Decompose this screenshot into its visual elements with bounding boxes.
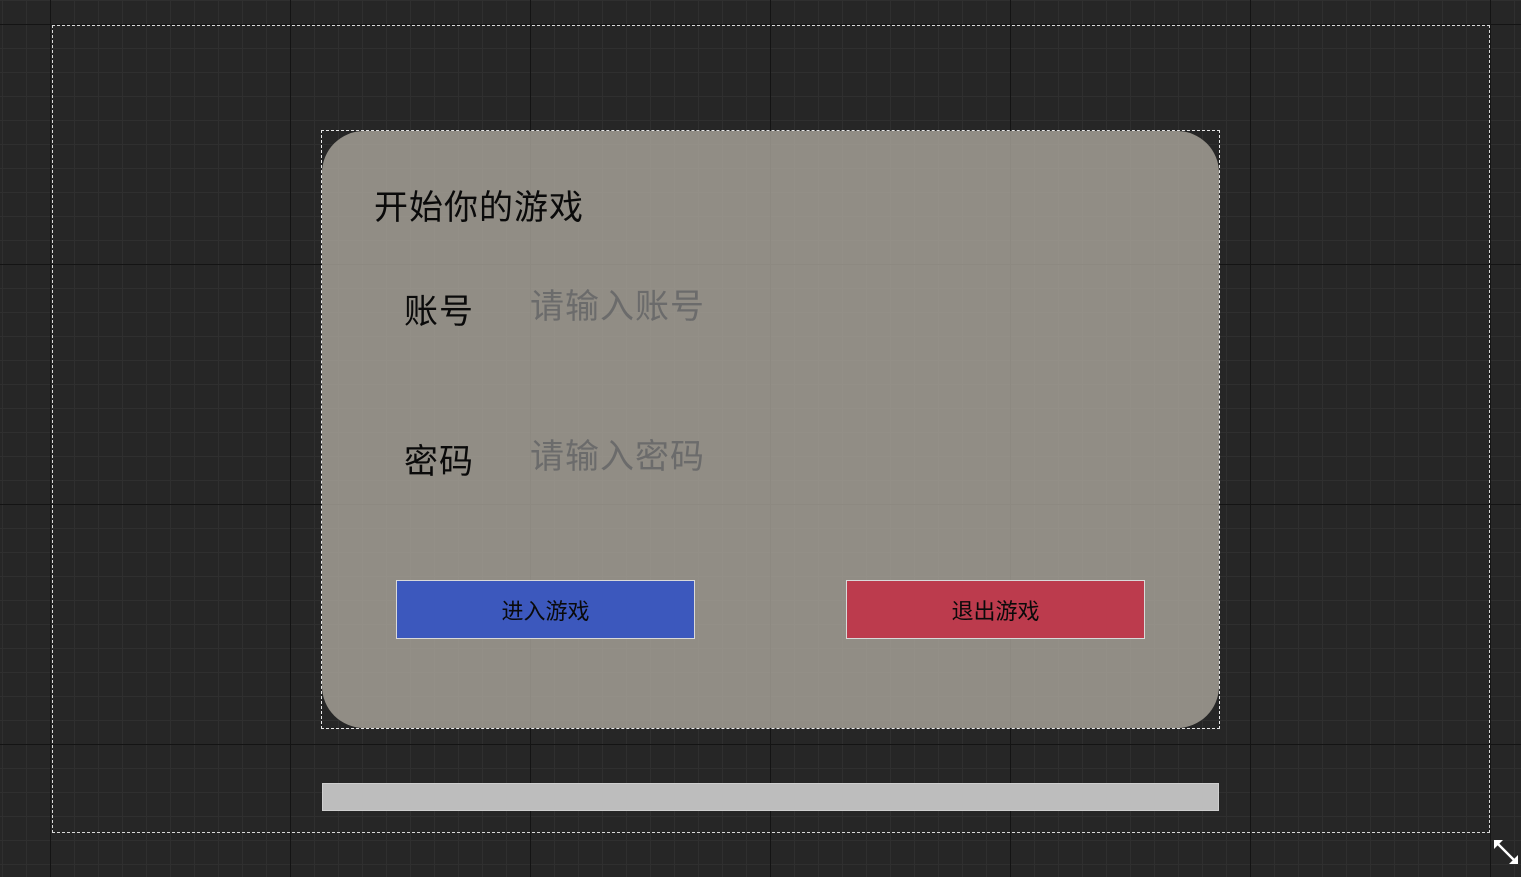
password-input[interactable] (530, 432, 1130, 482)
password-label: 密码 (404, 442, 474, 482)
panel-title: 开始你的游戏 (374, 188, 584, 228)
progress-bar (322, 783, 1219, 811)
account-label: 账号 (404, 292, 474, 332)
enter-game-button[interactable]: 进入游戏 (396, 580, 695, 639)
account-input[interactable] (530, 282, 1130, 332)
exit-game-button[interactable]: 退出游戏 (846, 580, 1145, 639)
resize-diagonal-icon[interactable] (1492, 838, 1520, 866)
progress-fill (323, 784, 1218, 810)
